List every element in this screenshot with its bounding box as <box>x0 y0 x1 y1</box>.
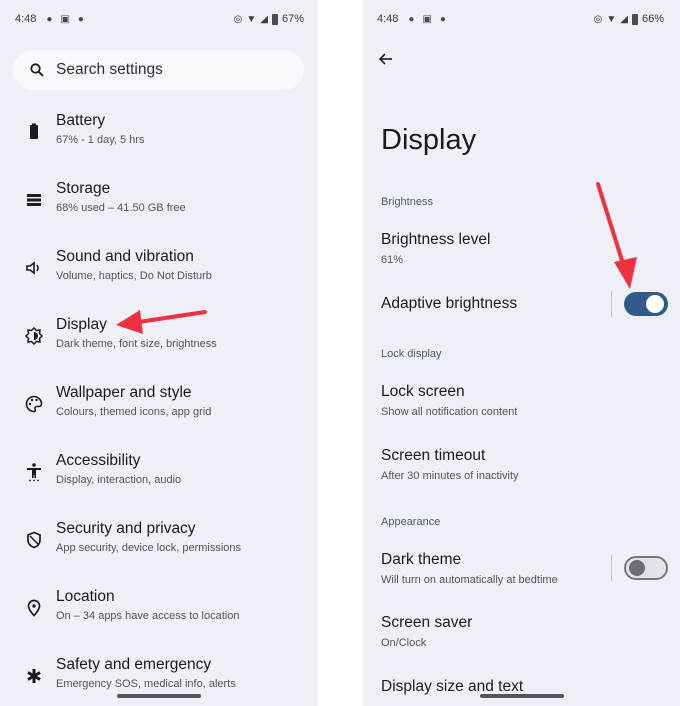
item-title: Location <box>56 588 115 605</box>
item-subtitle: Display, interaction, audio <box>56 474 182 486</box>
settings-item-sound[interactable]: Sound and vibration Volume, haptics, Do … <box>0 246 318 306</box>
settings-item-battery[interactable]: Battery 67% - 1 day, 5 hrs <box>0 110 318 170</box>
back-arrow-icon[interactable] <box>377 50 395 68</box>
wifi-icon: ▼ <box>246 13 257 25</box>
settings-item-safety[interactable]: Safety and emergency Emergency SOS, medi… <box>0 654 318 706</box>
pref-screen-saver[interactable]: Screen saver On/Clock <box>381 614 671 649</box>
page-title: Display <box>381 124 477 156</box>
shield-icon <box>27 531 41 549</box>
item-subtitle: Colours, themed icons, app grid <box>56 406 212 418</box>
settings-item-location[interactable]: Location On – 34 apps have access to loc… <box>0 586 318 646</box>
location-pin-icon <box>27 599 41 617</box>
item-title: Security and privacy <box>56 520 196 537</box>
signal-icon: ◢ <box>260 13 268 25</box>
battery-icon <box>631 13 638 25</box>
adaptive-brightness-toggle[interactable] <box>624 292 668 316</box>
search-icon <box>30 63 44 77</box>
pref-brightness-level[interactable]: Brightness level 61% <box>381 231 671 266</box>
item-title: Wallpaper and style <box>56 384 192 401</box>
vibrate-icon: ◎ <box>593 13 603 25</box>
chat-icon: ● <box>46 13 53 25</box>
item-title: Battery <box>56 112 106 129</box>
item-subtitle: 67% - 1 day, 5 hrs <box>56 134 145 146</box>
section-header-brightness: Brightness <box>381 196 433 208</box>
chat-icon: ● <box>408 13 415 25</box>
battery-icon <box>271 13 278 25</box>
section-header-appearance: Appearance <box>381 516 441 528</box>
vibrate-icon: ◎ <box>233 13 243 25</box>
divider <box>611 291 612 317</box>
battery-percent: 67% <box>281 13 304 25</box>
pref-subtitle: 61% <box>381 254 404 266</box>
dark-theme-toggle[interactable] <box>624 556 668 580</box>
status-time: 4:48 <box>377 13 399 25</box>
notification-icon: ▣ <box>60 13 70 25</box>
wifi-icon: ▼ <box>606 13 617 25</box>
item-subtitle: Volume, haptics, Do Not Disturb <box>56 270 212 282</box>
settings-home-screen: 4:48 ● ▣ ● ◎ ▼ ◢ 67% Search settings Bat… <box>0 0 318 706</box>
storage-icon <box>27 194 41 206</box>
pref-subtitle: Show all notification content <box>381 406 518 418</box>
signal-icon: ◢ <box>620 13 628 25</box>
gesture-nav-handle[interactable] <box>117 694 201 698</box>
item-subtitle: Dark theme, font size, brightness <box>56 338 217 350</box>
item-subtitle: 68% used – 41.50 GB free <box>56 202 186 214</box>
item-title: Display <box>56 316 107 333</box>
battery-icon <box>30 123 38 139</box>
settings-item-storage[interactable]: Storage 68% used – 41.50 GB free <box>0 178 318 238</box>
location-icon: ● <box>439 13 446 25</box>
volume-icon <box>26 261 39 275</box>
notification-icon: ▣ <box>422 13 432 25</box>
settings-item-security[interactable]: Security and privacy App security, devic… <box>0 518 318 578</box>
gesture-nav-handle[interactable] <box>480 694 564 698</box>
battery-percent: 66% <box>641 13 664 25</box>
settings-item-display[interactable]: Display Dark theme, font size, brightnes… <box>0 314 318 374</box>
display-settings-screen: 4:48 ● ▣ ● ◎ ▼ ◢ 66% Display Brightness … <box>363 0 680 706</box>
pref-subtitle: After 30 minutes of inactivity <box>381 470 519 482</box>
status-bar: 4:48 ● ▣ ● ◎ ▼ ◢ 67% <box>15 11 304 27</box>
item-subtitle: Emergency SOS, medical info, alerts <box>56 678 236 690</box>
pref-subtitle: On/Clock <box>381 637 427 649</box>
pref-screen-timeout[interactable]: Screen timeout After 30 minutes of inact… <box>381 447 671 482</box>
palette-icon <box>25 395 43 413</box>
accessibility-icon <box>27 463 41 482</box>
item-title: Sound and vibration <box>56 248 194 265</box>
section-header-lock-display: Lock display <box>381 348 442 360</box>
pref-title: Screen saver <box>381 614 473 631</box>
item-title: Storage <box>56 180 111 197</box>
pref-lock-screen[interactable]: Lock screen Show all notification conten… <box>381 383 671 418</box>
location-icon: ● <box>77 13 84 25</box>
settings-item-accessibility[interactable]: Accessibility Display, interaction, audi… <box>0 450 318 510</box>
settings-item-wallpaper[interactable]: Wallpaper and style Colours, themed icon… <box>0 382 318 442</box>
item-subtitle: App security, device lock, permissions <box>56 542 242 554</box>
pref-title: Lock screen <box>381 383 465 400</box>
toggle-thumb <box>646 295 664 313</box>
pref-title: Brightness level <box>381 231 491 248</box>
item-subtitle: On – 34 apps have access to location <box>56 610 240 622</box>
toggle-thumb <box>629 560 645 576</box>
brightness-icon <box>24 326 44 346</box>
status-time: 4:48 <box>15 13 37 25</box>
asterisk-icon <box>27 669 41 683</box>
item-title: Safety and emergency <box>56 656 212 673</box>
divider <box>611 555 612 581</box>
status-bar: 4:48 ● ▣ ● ◎ ▼ ◢ 66% <box>377 11 664 27</box>
search-placeholder: Search settings <box>56 61 163 78</box>
pref-title: Screen timeout <box>381 447 486 464</box>
item-title: Accessibility <box>56 452 141 469</box>
search-settings-bar[interactable]: Search settings <box>13 50 304 90</box>
